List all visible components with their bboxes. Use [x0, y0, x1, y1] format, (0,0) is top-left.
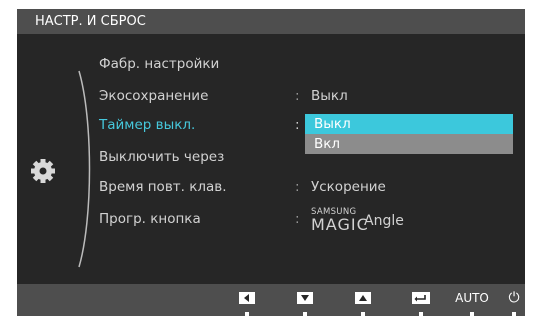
magic-brand-big: MAGIC — [311, 215, 369, 234]
enter-button-tick — [419, 312, 423, 316]
menu-title: НАСТР. И СБРОС — [17, 9, 525, 34]
down-button[interactable] — [294, 290, 316, 306]
key-repeat-value: Ускорение — [311, 179, 386, 195]
menu-item-off-timer[interactable]: Таймер выкл. — [99, 117, 195, 133]
angle-label: Angle — [364, 213, 404, 229]
dropdown-option-off[interactable]: Выкл — [305, 114, 513, 134]
enter-button[interactable] — [410, 290, 432, 306]
auto-button-tick — [470, 312, 474, 316]
bottom-button-bar: AUTO ⏻ — [17, 284, 525, 316]
left-button[interactable] — [236, 290, 258, 306]
up-arrow-icon — [355, 292, 371, 304]
gear-icon — [31, 159, 55, 183]
off-timer-colon: : — [295, 117, 300, 133]
menu-item-key-repeat-time[interactable]: Время повт. клав. — [99, 179, 227, 195]
osd-menu: НАСТР. И СБРОС Фабр. настройки Экосохран… — [17, 9, 525, 284]
custom-key-colon: : — [295, 211, 300, 227]
off-timer-dropdown[interactable]: Выкл Вкл — [305, 114, 513, 154]
auto-button[interactable]: AUTO — [452, 290, 492, 306]
eco-saving-colon: : — [295, 88, 300, 104]
menu-item-factory-reset[interactable]: Фабр. настройки — [99, 56, 219, 72]
enter-icon — [412, 292, 430, 304]
key-repeat-colon: : — [295, 179, 300, 195]
auto-label: AUTO — [455, 291, 489, 305]
dropdown-option-on[interactable]: Вкл — [305, 134, 513, 154]
menu-item-eco-saving[interactable]: Экосохранение — [99, 88, 208, 104]
up-button-tick — [361, 312, 365, 316]
up-button[interactable] — [352, 290, 374, 306]
power-button[interactable]: ⏻ — [504, 290, 524, 306]
down-arrow-icon — [297, 292, 313, 304]
left-arrow-icon — [239, 292, 255, 304]
power-icon: ⏻ — [508, 290, 520, 306]
eco-saving-value: Выкл — [311, 88, 348, 104]
down-button-tick — [303, 312, 307, 316]
menu-item-turn-off-after[interactable]: Выключить через — [99, 149, 224, 165]
menu-item-custom-key[interactable]: Прогр. кнопка — [99, 211, 201, 227]
power-button-tick — [512, 312, 516, 316]
left-button-tick — [245, 312, 249, 316]
